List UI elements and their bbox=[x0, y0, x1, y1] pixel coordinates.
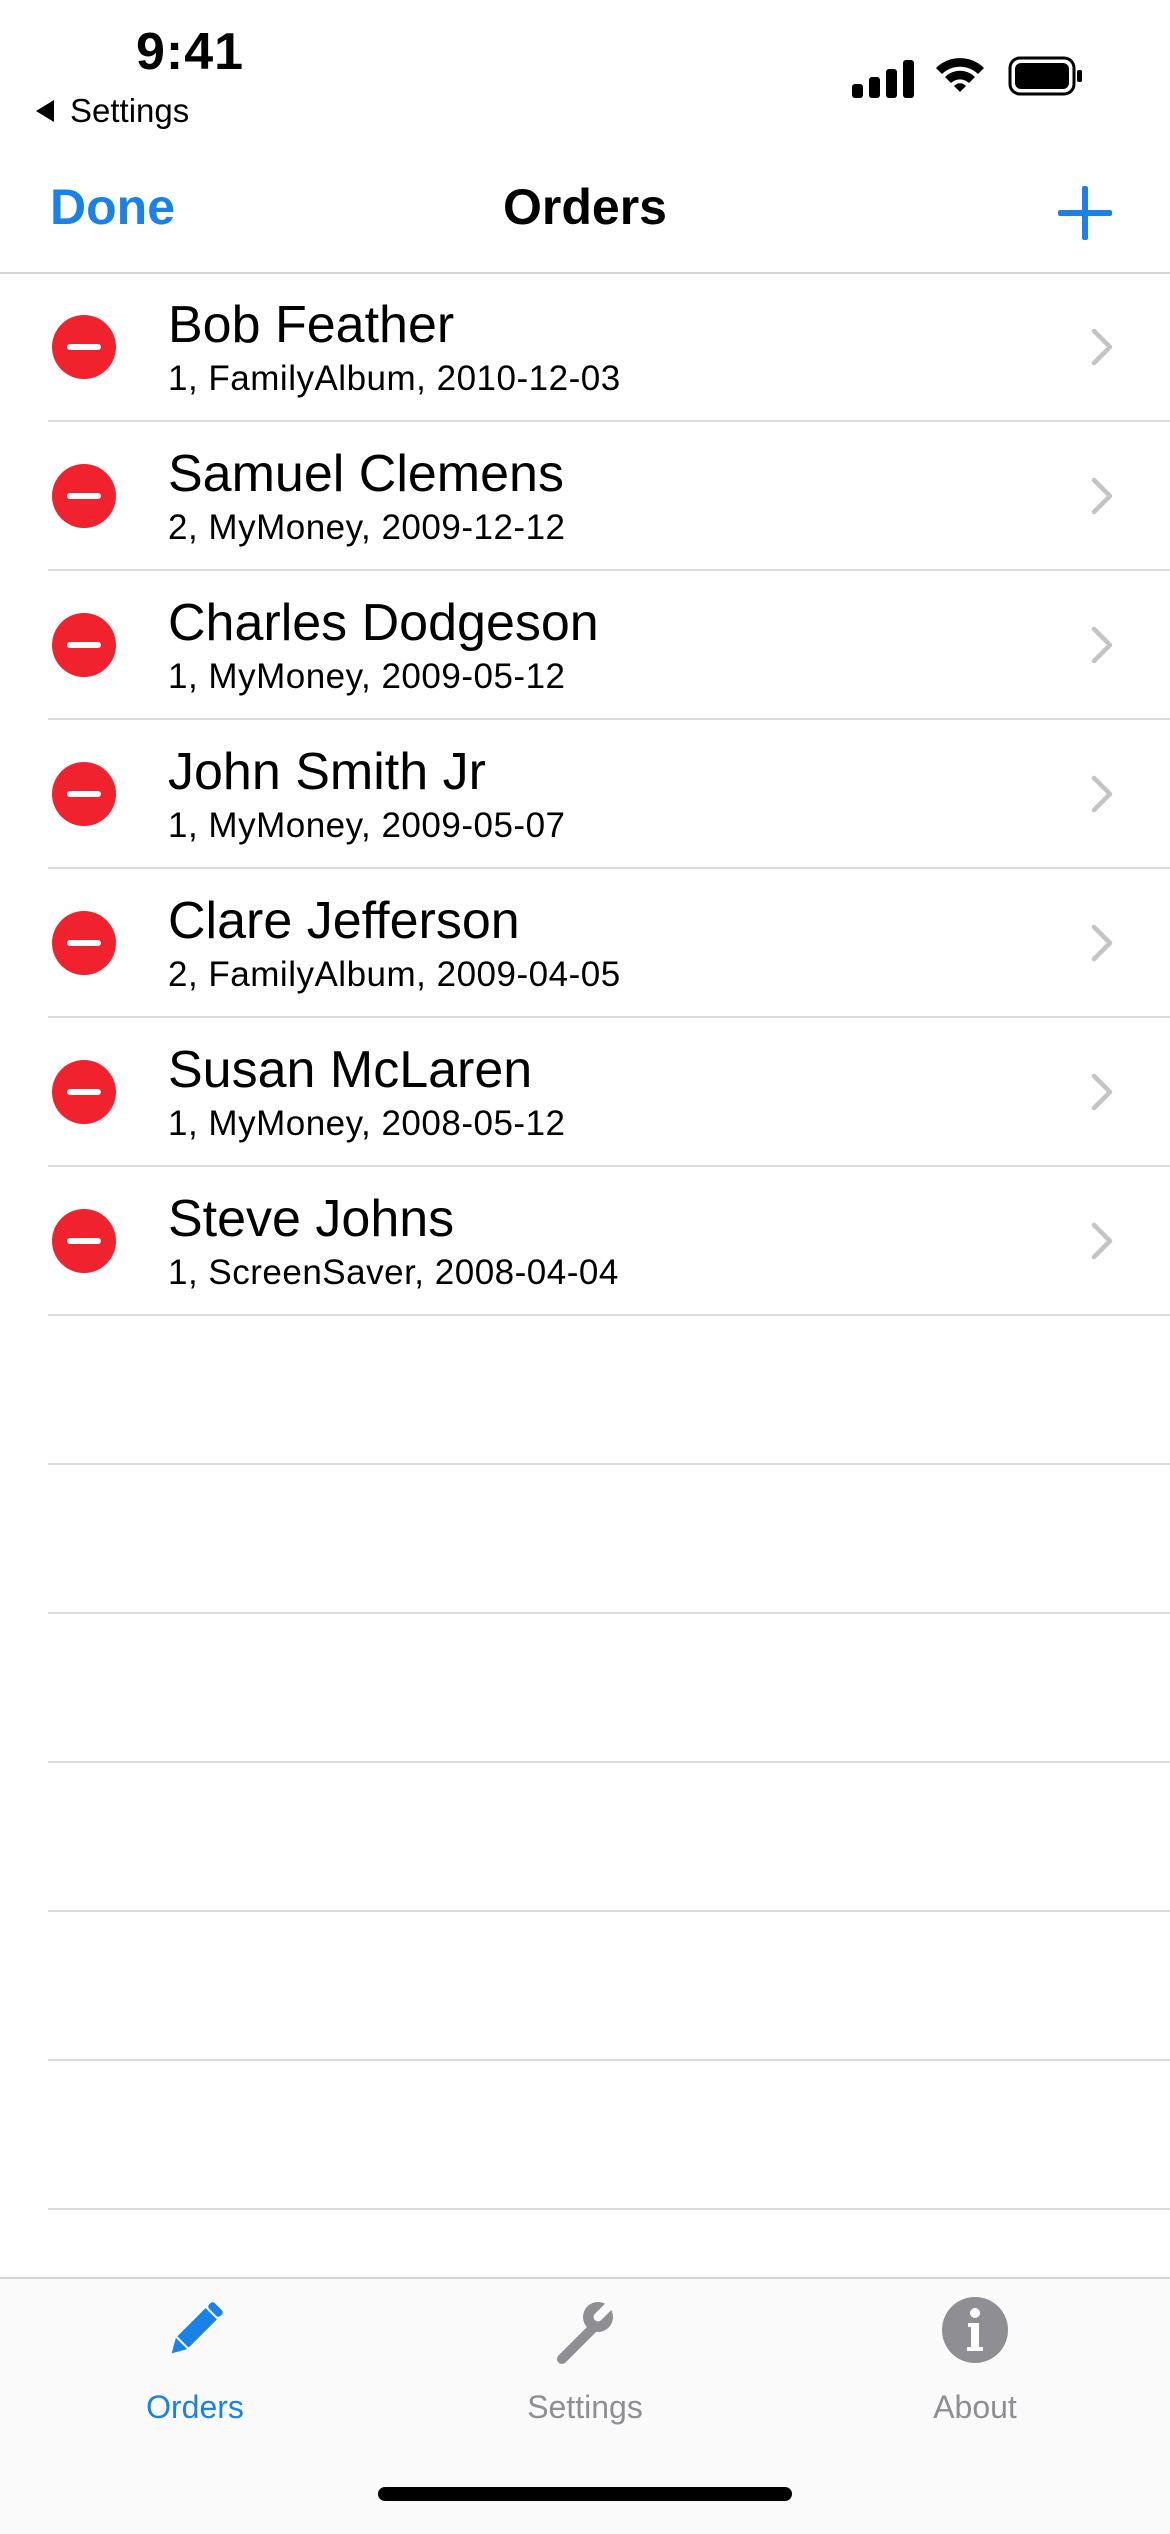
cellular-signal-icon bbox=[852, 58, 916, 98]
list-item[interactable]: Steve Johns 1, ScreenSaver, 2008-04-04 bbox=[0, 1167, 1170, 1316]
list-item[interactable]: Clare Jefferson 2, FamilyAlbum, 2009-04-… bbox=[0, 869, 1170, 1018]
back-to-app-button[interactable]: Settings bbox=[36, 92, 189, 130]
chevron-right-icon bbox=[1091, 1222, 1113, 1260]
chevron-right-icon bbox=[1091, 328, 1113, 366]
order-detail: 1, MyMoney, 2009-05-12 bbox=[168, 657, 566, 696]
order-detail: 1, ScreenSaver, 2008-04-04 bbox=[168, 1253, 619, 1292]
chevron-right-icon bbox=[1091, 477, 1113, 515]
chevron-right-icon bbox=[1091, 924, 1113, 962]
order-detail: 2, FamilyAlbum, 2009-04-05 bbox=[168, 955, 621, 994]
tab-settings[interactable]: Settings bbox=[390, 2279, 780, 2439]
order-name: Bob Feather bbox=[168, 296, 455, 354]
tab-label: About bbox=[933, 2389, 1017, 2425]
chevron-right-icon bbox=[1091, 626, 1113, 664]
order-name: Charles Dodgeson bbox=[168, 594, 599, 652]
order-detail: 2, MyMoney, 2009-12-12 bbox=[168, 508, 566, 547]
empty-row bbox=[0, 1912, 1170, 2061]
order-name: Steve Johns bbox=[168, 1190, 455, 1248]
pencil-icon bbox=[171, 2302, 223, 2354]
empty-row bbox=[0, 1465, 1170, 1614]
delete-minus-icon[interactable] bbox=[52, 1060, 116, 1124]
tab-label: Settings bbox=[527, 2389, 643, 2425]
plus-icon[interactable] bbox=[1052, 180, 1120, 248]
tab-about[interactable]: About bbox=[780, 2279, 1170, 2439]
battery-icon bbox=[1008, 56, 1082, 96]
empty-row bbox=[0, 1763, 1170, 1912]
list-item[interactable]: John Smith Jr 1, MyMoney, 2009-05-07 bbox=[0, 720, 1170, 869]
page-title: Orders bbox=[503, 179, 667, 235]
done-button[interactable]: Done bbox=[50, 178, 175, 236]
status-time: 9:41 bbox=[135, 23, 245, 81]
tab-bar: Orders Settings About bbox=[0, 2277, 1170, 2534]
tab-orders[interactable]: Orders bbox=[0, 2279, 390, 2439]
empty-row bbox=[0, 2061, 1170, 2210]
delete-minus-icon[interactable] bbox=[52, 464, 116, 528]
info-icon bbox=[942, 2297, 1008, 2363]
delete-minus-icon[interactable] bbox=[52, 315, 116, 379]
list-item[interactable]: Samuel Clemens 2, MyMoney, 2009-12-12 bbox=[0, 422, 1170, 571]
order-name: John Smith Jr bbox=[168, 743, 486, 801]
chevron-right-icon bbox=[1091, 775, 1113, 813]
navigation-bar: Done Orders bbox=[0, 150, 1170, 274]
delete-minus-icon[interactable] bbox=[52, 762, 116, 826]
list-item[interactable]: Bob Feather 1, FamilyAlbum, 2010-12-03 bbox=[0, 273, 1170, 422]
orders-list: Bob Feather 1, FamilyAlbum, 2010-12-03 S… bbox=[0, 273, 1170, 2210]
home-indicator[interactable] bbox=[378, 2487, 792, 2501]
order-name: Susan McLaren bbox=[168, 1041, 533, 1099]
back-app-label: Settings bbox=[70, 92, 190, 129]
wrench-icon bbox=[557, 2298, 617, 2364]
delete-minus-icon[interactable] bbox=[52, 613, 116, 677]
order-detail: 1, FamilyAlbum, 2010-12-03 bbox=[168, 359, 621, 398]
order-detail: 1, MyMoney, 2008-05-12 bbox=[168, 1104, 566, 1143]
empty-row bbox=[0, 1614, 1170, 1763]
chevron-right-icon bbox=[1091, 1073, 1113, 1111]
status-bar: 9:41 Settings bbox=[0, 0, 1170, 150]
list-item[interactable]: Charles Dodgeson 1, MyMoney, 2009-05-12 bbox=[0, 571, 1170, 720]
order-detail: 1, MyMoney, 2009-05-07 bbox=[168, 806, 566, 845]
delete-minus-icon[interactable] bbox=[52, 1209, 116, 1273]
back-triangle-icon bbox=[36, 100, 54, 122]
order-name: Samuel Clemens bbox=[168, 445, 564, 503]
delete-minus-icon[interactable] bbox=[52, 911, 116, 975]
list-item[interactable]: Susan McLaren 1, MyMoney, 2008-05-12 bbox=[0, 1018, 1170, 1167]
wifi-icon bbox=[936, 58, 984, 92]
tab-label: Orders bbox=[146, 2389, 244, 2425]
empty-row bbox=[0, 1316, 1170, 1465]
order-name: Clare Jefferson bbox=[168, 892, 520, 950]
